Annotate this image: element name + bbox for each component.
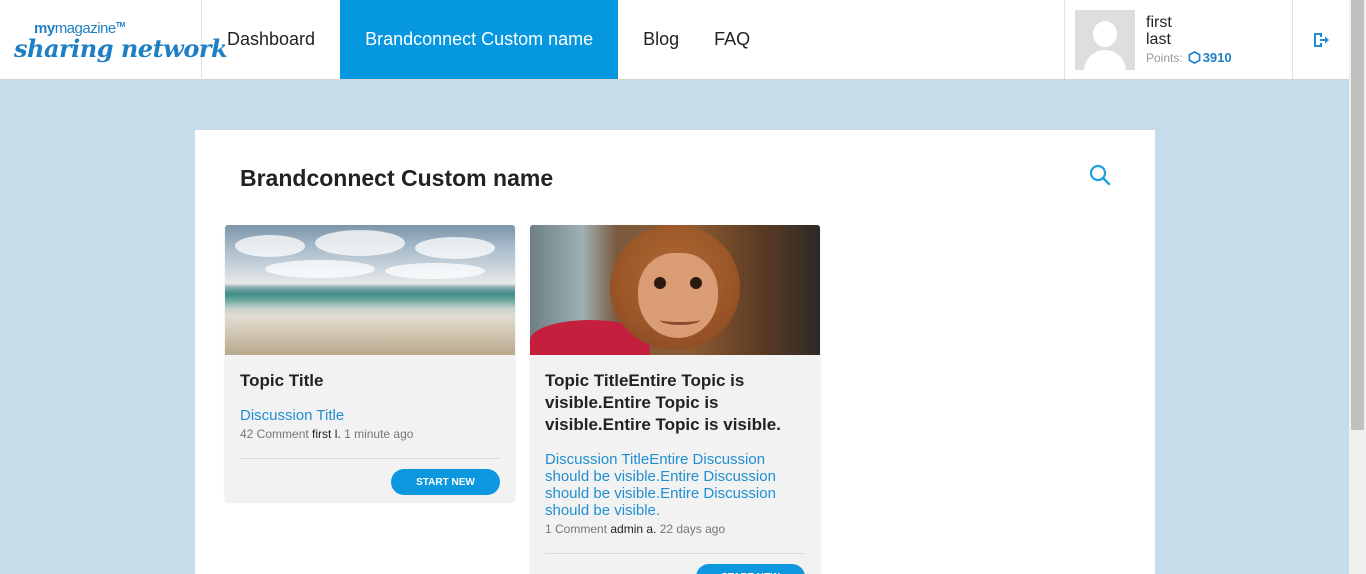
discussion-title-link[interactable]: Discussion TitleEntire Discussion should… [545,451,805,519]
search-icon[interactable] [1088,163,1112,187]
scrollbar-thumb[interactable] [1351,0,1364,430]
top-header: mymagazineTM sharing network Dashboard B… [0,0,1349,80]
page-scrollbar[interactable] [1349,0,1366,574]
content-panel: Brandconnect Custom name Topic Title Dis… [195,130,1155,574]
nav-dashboard[interactable]: Dashboard [202,0,340,79]
user-points: Points: 3910 [1146,50,1232,65]
user-profile[interactable]: first last Points: 3910 [1064,0,1293,79]
discussion-title-link[interactable]: Discussion Title [240,407,500,424]
avatar[interactable] [1075,9,1135,70]
author-name: first l. [312,427,341,441]
topic-card: Topic Title Discussion Title 42 Comment … [225,225,515,501]
post-time: 1 minute ago [344,427,414,441]
author-name: admin a. [610,522,657,536]
comment-count: 1 Comment [545,522,608,536]
post-time: 22 days ago [659,522,726,536]
discussion-meta: 42 Comment first l. 1 minute ago [240,427,500,441]
user-first-name: first [1146,14,1172,31]
points-value: 3910 [1202,50,1232,65]
topic-image-orangutan[interactable] [530,225,820,355]
user-last-name: last [1146,31,1171,48]
topic-image-beach[interactable] [225,225,515,355]
nav-blog[interactable]: Blog [618,0,704,79]
discussion-meta: 1 Comment admin a. 22 days ago [545,522,805,536]
nav-faq[interactable]: FAQ [704,0,760,79]
card-divider [240,458,500,459]
site-logo[interactable]: mymagazineTM sharing network [0,0,228,80]
topic-title[interactable]: Topic TitleEntire Topic is visible.Entir… [545,370,805,436]
topic-card: Topic TitleEntire Topic is visible.Entir… [530,225,820,574]
main-nav: Dashboard Brandconnect Custom name Blog … [202,0,760,79]
points-hexagon-icon [1188,51,1201,64]
topic-title[interactable]: Topic Title [240,370,500,392]
nav-brandconnect[interactable]: Brandconnect Custom name [340,0,619,79]
page-title: Brandconnect Custom name [240,165,554,191]
card-divider [545,553,805,554]
logout-button[interactable] [1293,0,1349,79]
start-new-button[interactable]: START NEW [391,469,500,495]
points-label: Points: [1146,50,1183,65]
comment-count: 42 Comment [240,427,309,441]
logo-tm: TM [115,22,126,29]
start-new-button[interactable]: START NEW [696,564,805,574]
logout-icon [1314,32,1329,47]
logo-sharing-network: sharing network [14,34,228,63]
